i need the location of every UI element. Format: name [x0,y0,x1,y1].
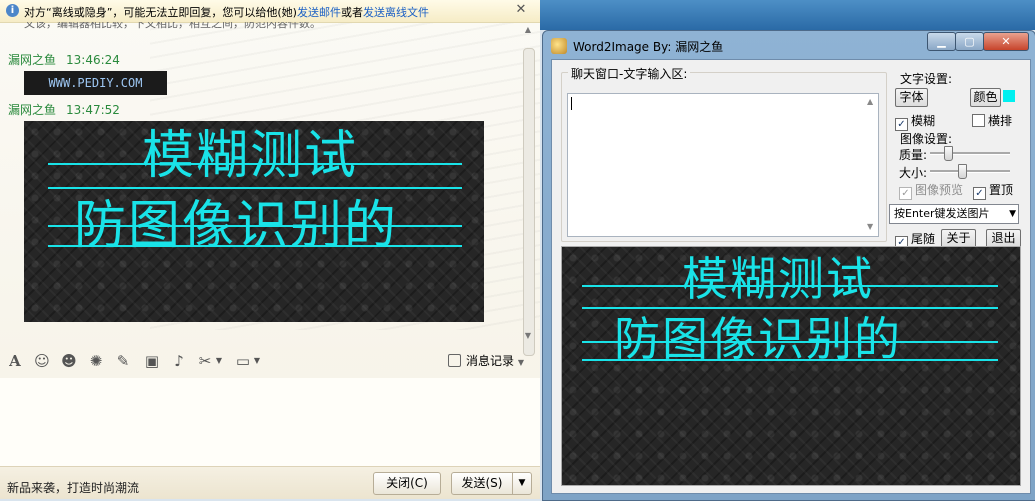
horizontal-layout-label: 横排 [988,114,1013,128]
send-button[interactable]: 发送(S) [451,472,513,495]
offline-notification-bar: i 对方“离线或隐身”，可能无法立即回复，您可以给他(她)发送邮件或者发送离线文… [0,0,540,23]
message-image-blurred-text[interactable]: 模糊测试 防图像识别的 [24,121,484,322]
checkmark-icon: ✓ [973,187,986,200]
slider-knob[interactable] [944,146,953,161]
notification-text: 对方“离线或隐身”，可能无法立即回复，您可以给他(她)发送邮件或者发送离线文件 [24,4,429,20]
chat-bottom-bar: 新品来袭，打造时尚潮流 关闭(C) 发送(S) ▼ [0,466,540,499]
screenshot-scissors-icon[interactable]: ✂ [196,351,214,371]
image-settings-label: 图像设置: [900,132,953,146]
horizontal-layout-checkbox[interactable]: 横排 [972,112,1012,129]
message-history-button[interactable]: 消息记录 ▼ [448,352,524,369]
image-preview-label: 图像预览 [915,183,964,197]
sender-name: 漏网之鱼 [8,103,57,117]
ad-slogan[interactable]: 新品来袭，打造时尚潮流 [7,479,139,496]
music-icon[interactable]: ♪ [170,351,188,371]
emoji-icon[interactable]: ☺ [33,351,51,371]
notification-or: 或者 [340,6,363,19]
slider-track [930,152,1010,155]
app-icon [551,38,567,54]
checkmark-icon: ✓ [899,187,912,200]
image-icon[interactable]: ▣ [143,351,161,371]
font-button[interactable]: 字体 [895,88,928,107]
scroll-down-icon[interactable]: ▼ [867,222,873,231]
send-mode-value: 按Enter键发送图片 [894,207,990,220]
magic-face-icon[interactable]: ☻ [60,351,78,371]
sender-name: 漏网之鱼 [8,53,57,67]
chat-window: i 对方“离线或隐身”，可能无法立即回复，您可以给他(她)发送邮件或者发送离线文… [0,0,540,499]
close-button[interactable]: 关闭(C) [373,472,441,495]
preview-text-line1: 模糊测试 [682,252,874,306]
generated-image-preview: 模糊测试 防图像识别的 [561,246,1021,486]
text-caret [571,97,572,110]
image-text-line1: 模糊测试 [142,126,359,186]
chat-toolbar: A ☺ ☻ ✺ ✎ ▣ ♪ ✂ ▼ ▭ ▼ 消息记录 ▼ [0,346,540,376]
color-button[interactable]: 颜色 [970,88,1001,107]
scroll-up-icon[interactable]: ▲ [524,26,532,34]
note-icon[interactable]: ✎ [114,351,132,371]
chevron-down-icon[interactable]: ▼ [214,351,224,371]
message-time: 13:47:52 [66,103,120,117]
chevron-down-icon: ▼ [517,358,524,367]
notification-message: 对方“离线或隐身”，可能无法立即回复，您可以给他(她) [24,6,297,19]
checkbox-empty [972,114,985,127]
follow-label: 尾随 [911,232,936,246]
message-input-area[interactable] [0,378,540,466]
text-settings-label: 文字设置: [900,72,953,86]
history-icon [448,354,461,367]
send-email-link[interactable]: 发送邮件 [297,6,341,19]
word2image-window: Word2Image By: 漏网之鱼 ▁ ▢ ✕ 聊天窗口-文字输入区: ▲ … [542,30,1035,501]
minimize-button[interactable]: ▁ [927,32,956,51]
scroll-up-icon[interactable]: ▲ [867,97,873,106]
text-scrollbar[interactable]: ▲ ▼ [864,94,878,236]
close-notification-icon[interactable]: ✕ [514,3,528,17]
history-label: 消息记录 [466,354,515,368]
clipped-previous-message: 文该，编辑器相比较，下文相比，相互之间，防范内容件数。 [24,22,321,30]
message-image-pediy[interactable]: WWW.PEDIY.COM [24,71,167,95]
size-slider[interactable] [930,164,1010,179]
text-input-box[interactable]: ▲ ▼ [567,93,879,237]
image-preview-checkbox[interactable]: ✓ 图像预览 [899,181,963,200]
chat-input-group: 聊天窗口-文字输入区: ▲ ▼ [561,65,887,242]
topmost-checkbox[interactable]: ✓ 置顶 [973,181,1013,200]
blur-label: 模糊 [911,114,936,128]
chevron-down-icon[interactable]: ▼ [252,351,262,371]
chat-input-group-label: 聊天窗口-文字输入区: [568,65,691,82]
chat-scrollbar[interactable]: ▲ ▼ [522,24,535,356]
window-title: Word2Image By: 漏网之鱼 [551,38,723,55]
noise-line [582,307,998,309]
window-title-text: Word2Image By: 漏网之鱼 [573,40,724,54]
send-offline-file-link[interactable]: 发送离线文件 [363,6,429,19]
font-icon[interactable]: A [6,351,24,371]
topmost-label: 置顶 [989,183,1014,197]
shake-icon[interactable]: ✺ [87,351,105,371]
send-options-chevron-icon[interactable]: ▼ [512,472,532,495]
slider-track [930,170,1010,173]
slider-knob[interactable] [958,164,967,179]
blur-checkbox[interactable]: ✓ 模糊 [895,112,935,131]
scroll-down-icon[interactable]: ▼ [524,332,532,340]
preview-text-line2: 防图像识别的 [614,312,902,366]
size-label: 大小: [899,166,928,180]
window-client-area: 聊天窗口-文字输入区: ▲ ▼ 文字设置: 字体 颜色 ✓ 模糊 横排 图像设置:… [551,59,1031,494]
message-header: 漏网之鱼 13:46:24 [8,51,120,68]
chevron-down-icon: ▼ [1009,209,1016,219]
message-time: 13:46:24 [66,53,120,67]
text-color-swatch[interactable] [1003,90,1015,102]
message-header: 漏网之鱼 13:47:52 [8,101,120,118]
info-icon: i [6,4,19,17]
image-text-line2: 防图像识别的 [74,196,399,256]
maximize-button[interactable]: ▢ [955,32,984,51]
noise-line [48,187,462,189]
quality-slider[interactable] [930,146,1010,161]
window-close-button[interactable]: ✕ [983,32,1029,51]
scrollbar-thumb[interactable] [523,48,535,356]
quality-label: 质量: [899,148,928,162]
desktop-background [540,0,1035,30]
send-mode-dropdown[interactable]: 按Enter键发送图片 ▼ [889,204,1019,224]
app-box-icon[interactable]: ▭ [234,351,252,371]
